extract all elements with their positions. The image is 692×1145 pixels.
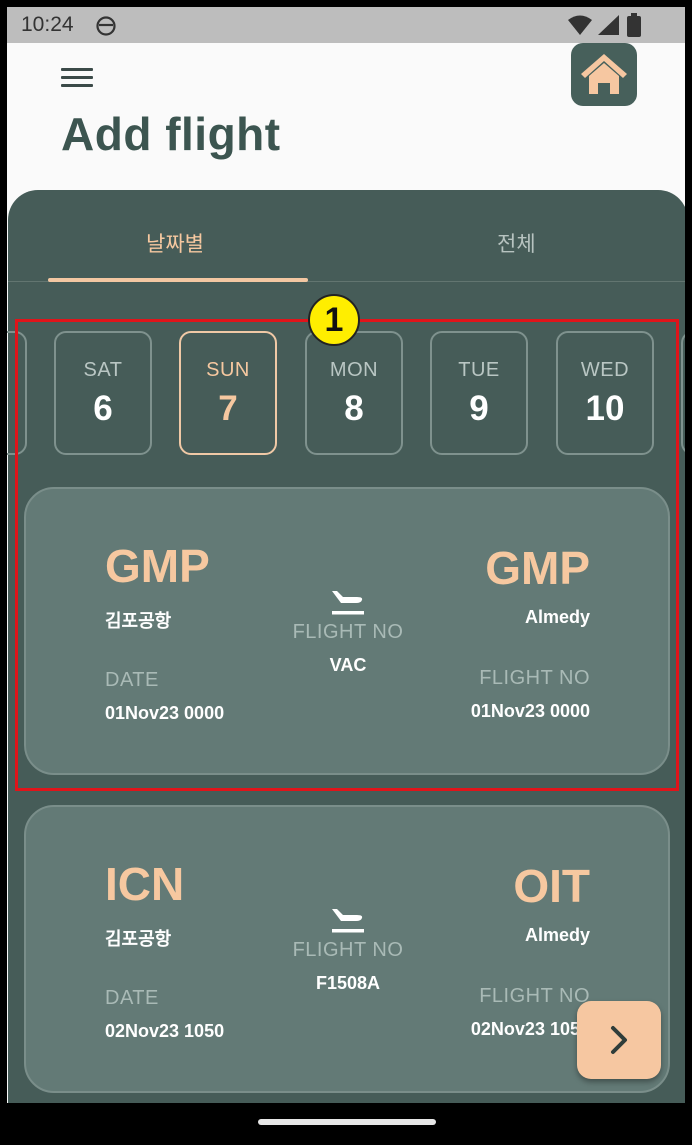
tab-by-date[interactable]: 날짜별 (146, 228, 204, 258)
date-value: 02Nov23 1050 (105, 1021, 225, 1041)
departure-name: 김포공항 (105, 929, 172, 949)
flight-card[interactable]: ICN OIT 김포공항 Almedy FLIGHT NO F1508A DAT… (24, 805, 670, 1093)
status-bar: 10:24 (7, 7, 685, 43)
flight-no-label-right: FLIGHT NO (479, 985, 590, 1007)
sync-icon (95, 15, 117, 42)
wifi-icon (567, 14, 593, 41)
hamburger-menu-icon[interactable] (61, 65, 93, 91)
flight-no-label: FLIGHT NO (292, 939, 404, 961)
next-button[interactable] (577, 1001, 661, 1079)
home-icon (581, 54, 627, 94)
highlight-box (15, 319, 679, 791)
battery-icon (627, 13, 641, 42)
tab-bar: 날짜별 전체 (8, 190, 685, 282)
tab-all[interactable]: 전체 (497, 228, 536, 258)
date-label: DATE (105, 987, 159, 1009)
home-button[interactable] (571, 43, 637, 106)
arrival-name: Almedy (524, 925, 590, 945)
arrival-code: OIT (513, 860, 590, 912)
chevron-right-icon (611, 1026, 627, 1054)
status-time: 10:24 (21, 13, 74, 36)
tab-indicator (48, 278, 308, 282)
date-card-partial-right[interactable] (681, 331, 685, 455)
cell-signal-icon (597, 14, 621, 41)
page-title: Add flight (61, 108, 281, 160)
flight-no-value: F1508A (315, 973, 381, 993)
flight-no-value-right: 02Nov23 1050 (470, 1019, 590, 1039)
home-indicator[interactable] (258, 1119, 436, 1125)
phone-screen: 10:24 Add flight 날짜별 전체 SAT 6 SUN 7 MON … (7, 7, 685, 1103)
plane-takeoff-icon (329, 905, 367, 935)
departure-code: ICN (105, 858, 185, 910)
annotation-marker: 1 (308, 294, 360, 346)
system-nav-bar (0, 1103, 692, 1145)
